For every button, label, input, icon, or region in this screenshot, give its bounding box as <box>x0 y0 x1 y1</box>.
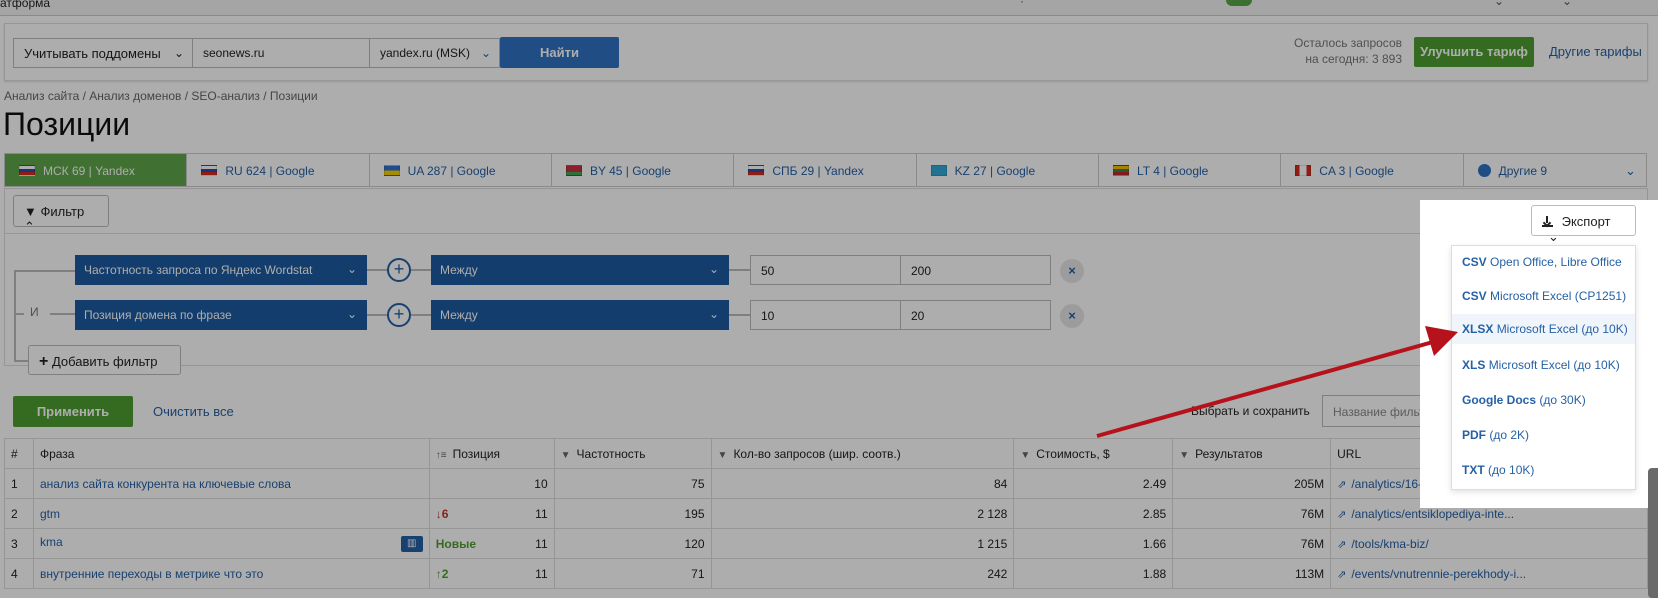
arrow-head <box>1425 326 1458 356</box>
side-panel-handle[interactable] <box>1648 468 1658 598</box>
annotation-arrow <box>1096 326 1458 438</box>
arrow-shaft <box>1096 338 1441 438</box>
